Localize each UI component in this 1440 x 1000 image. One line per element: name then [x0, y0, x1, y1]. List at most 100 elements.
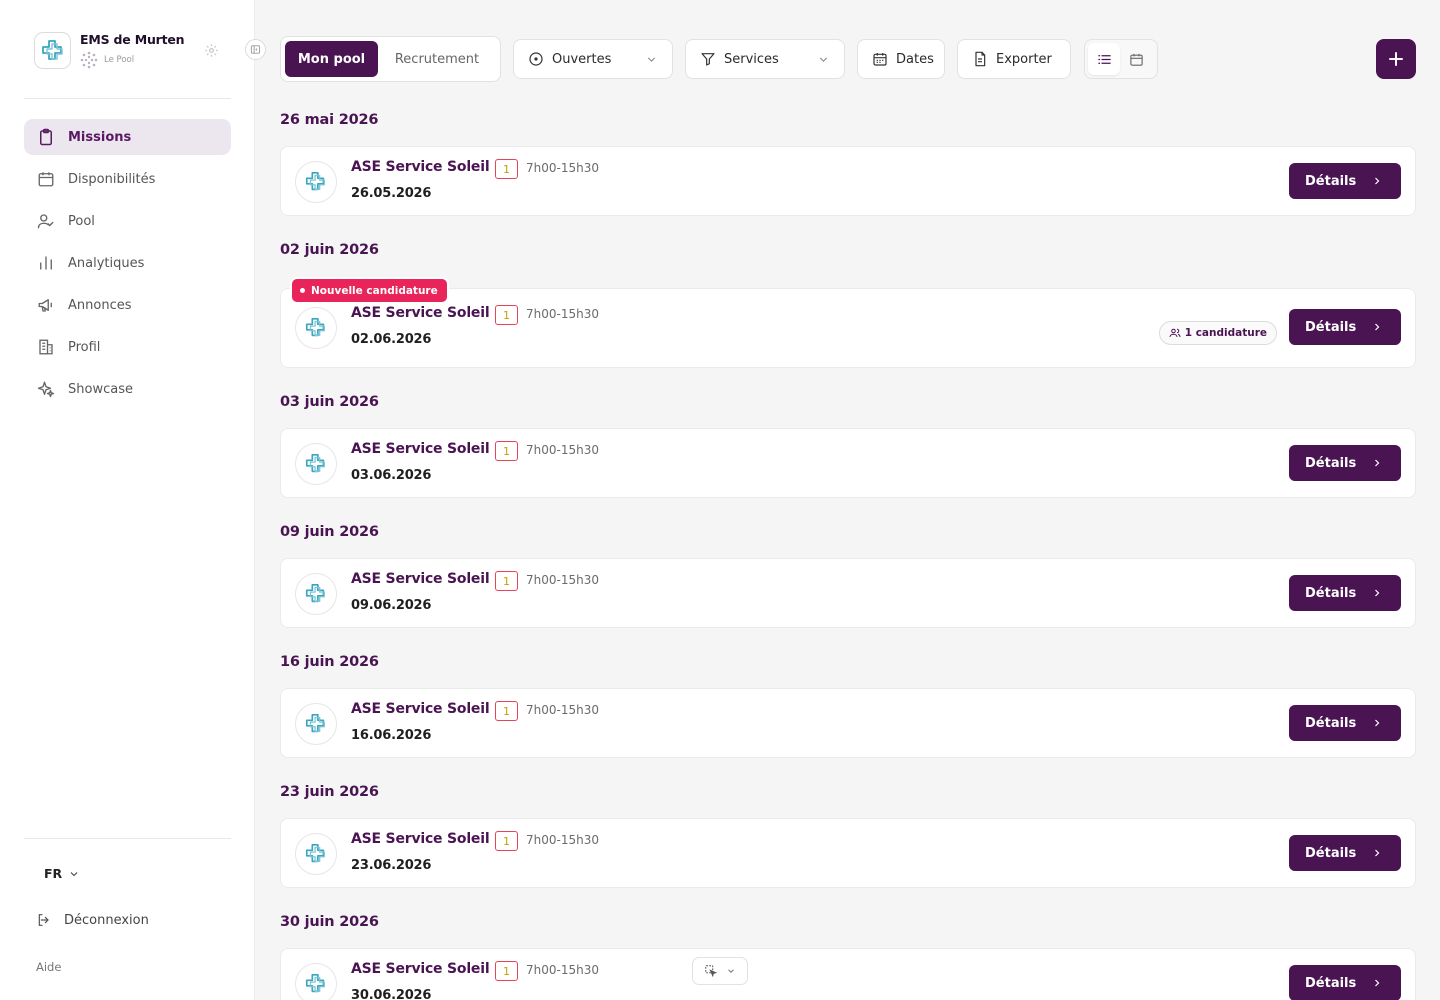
mission-card[interactable]: ASE Service Soleil 1 7h00-15h30 09.06.2026 D… [280, 558, 1416, 628]
list-icon [1097, 54, 1111, 64]
dates-filter-button[interactable]: Dates [857, 39, 945, 79]
sidebar-item-showcase[interactable]: Showcase [24, 371, 231, 407]
sidebar: EMS de Murten Le Pool Missions Disponibi… [0, 0, 255, 1000]
calendar-view-button[interactable] [1120, 43, 1152, 75]
sidebar-item-label: Showcase [68, 381, 133, 397]
service-logo [295, 443, 337, 485]
dates-filter-label: Dates [896, 51, 934, 67]
clipboard-icon [36, 127, 56, 147]
sidebar-item-label: Profil [68, 339, 101, 355]
sidebar-item-label: Analytiques [68, 255, 145, 271]
medical-cross-icon [304, 452, 328, 476]
details-button[interactable]: Détails [1289, 163, 1401, 199]
details-button[interactable]: Détails [1289, 705, 1401, 741]
medical-cross-icon [304, 972, 328, 996]
details-label: Détails [1305, 585, 1357, 601]
mission-date: 30.06.2026 [351, 988, 432, 1000]
date-group-heading: 03 juin 2026 [280, 394, 379, 410]
sidebar-footer-divider [24, 838, 231, 839]
mission-title: ASE Service Soleil [351, 831, 490, 847]
details-button[interactable]: Détails [1289, 575, 1401, 611]
positions-count-badge: 1 [495, 831, 518, 851]
list-view-button[interactable] [1088, 43, 1120, 75]
medical-cross-icon [304, 712, 328, 736]
sidebar-item-analytiques[interactable]: Analytiques [24, 245, 231, 281]
circle-clock-icon [528, 51, 544, 67]
candidatures-badge[interactable]: 1 candidature [1158, 321, 1277, 345]
chevron-down-icon [645, 53, 658, 66]
sidebar-item-disponibilites[interactable]: Disponibilités [24, 161, 231, 197]
mission-date: 16.06.2026 [351, 728, 432, 743]
export-button[interactable]: Exporter [957, 39, 1071, 79]
positions-count-badge: 1 [495, 701, 518, 721]
mission-time: 7h00-15h30 [526, 307, 599, 321]
medical-cross-icon [304, 170, 328, 194]
candidatures-label: 1 candidature [1184, 327, 1267, 339]
cursor-select-icon [705, 965, 718, 978]
mission-date: 03.06.2026 [351, 468, 432, 483]
logout-button[interactable]: Déconnexion [36, 912, 149, 928]
mission-card[interactable]: ASE Service Soleil 1 7h00-15h30 30.06.2026 D… [280, 948, 1416, 1000]
mission-card[interactable]: ASE Service Soleil 1 7h00-15h30 16.06.2026 D… [280, 688, 1416, 758]
export-label: Exporter [996, 51, 1052, 67]
org-logo [34, 32, 71, 69]
date-group-heading: 30 juin 2026 [280, 914, 379, 930]
sidebar-item-missions[interactable]: Missions [24, 119, 231, 155]
sidebar-item-profil[interactable]: Profil [24, 329, 231, 365]
service-logo [295, 573, 337, 615]
floating-tool-widget[interactable] [692, 957, 748, 985]
sidebar-item-annonces[interactable]: Annonces [24, 287, 231, 323]
plus-icon [1389, 52, 1403, 66]
calendar-icon [1129, 53, 1143, 66]
users-icon [1169, 327, 1185, 339]
org-name: EMS de Murten [80, 32, 185, 47]
details-button[interactable]: Détails [1289, 309, 1401, 345]
help-link[interactable]: Aide [36, 960, 61, 974]
sidebar-item-pool[interactable]: Pool [24, 203, 231, 239]
tab-mon-pool[interactable]: Mon pool [285, 41, 378, 77]
add-mission-button[interactable] [1376, 39, 1416, 79]
new-application-label: Nouvelle candidature [311, 284, 438, 297]
sidebar-item-label: Disponibilités [68, 171, 156, 187]
new-application-badge: Nouvelle candidature [292, 279, 447, 302]
details-label: Détails [1305, 173, 1357, 189]
mission-time: 7h00-15h30 [526, 833, 599, 847]
service-logo [295, 703, 337, 745]
settings-gear-icon[interactable] [204, 43, 219, 58]
sidebar-item-label: Missions [68, 129, 132, 145]
details-button[interactable]: Détails [1289, 965, 1401, 1000]
service-logo [295, 307, 337, 349]
details-label: Détails [1305, 455, 1357, 471]
mission-card[interactable]: ASE Service Soleil 1 7h00-15h30 26.05.2026 D… [280, 146, 1416, 216]
services-filter-dropdown[interactable]: Services [685, 39, 845, 79]
date-group-heading: 26 mai 2026 [280, 112, 379, 128]
details-button[interactable]: Détails [1289, 445, 1401, 481]
sidebar-collapse-icon [250, 45, 261, 54]
mission-date: 02.06.2026 [351, 332, 432, 347]
bar-chart-icon [36, 253, 56, 273]
mission-card[interactable]: ASE Service Soleil 1 7h00-15h30 03.06.2026 D… [280, 428, 1416, 498]
mission-date: 09.06.2026 [351, 598, 432, 613]
status-filter-label: Ouvertes [552, 51, 612, 67]
document-icon [972, 51, 988, 67]
org-switcher[interactable]: EMS de Murten Le Pool [34, 32, 185, 69]
details-label: Détails [1305, 319, 1357, 335]
collapse-sidebar-button[interactable] [245, 39, 266, 60]
details-button[interactable]: Détails [1289, 835, 1401, 871]
service-logo [295, 161, 337, 203]
sidebar-item-label: Pool [68, 213, 95, 229]
date-group-heading: 16 juin 2026 [280, 654, 379, 670]
language-selector[interactable]: FR [44, 866, 80, 881]
megaphone-icon [36, 295, 56, 315]
user-check-icon [36, 211, 56, 231]
service-logo [295, 833, 337, 875]
status-filter-dropdown[interactable]: Ouvertes [513, 39, 673, 79]
tab-recrutement[interactable]: Recrutement [378, 41, 496, 77]
mission-card[interactable]: ASE Service Soleil 1 7h00-15h30 02.06.2026 1… [280, 288, 1416, 368]
mission-card[interactable]: ASE Service Soleil 1 7h00-15h30 23.06.2026 D… [280, 818, 1416, 888]
positions-count-badge: 1 [495, 441, 518, 461]
building-icon [36, 337, 56, 357]
details-label: Détails [1305, 715, 1357, 731]
positions-count-badge: 1 [495, 961, 518, 981]
mission-time: 7h00-15h30 [526, 703, 599, 717]
